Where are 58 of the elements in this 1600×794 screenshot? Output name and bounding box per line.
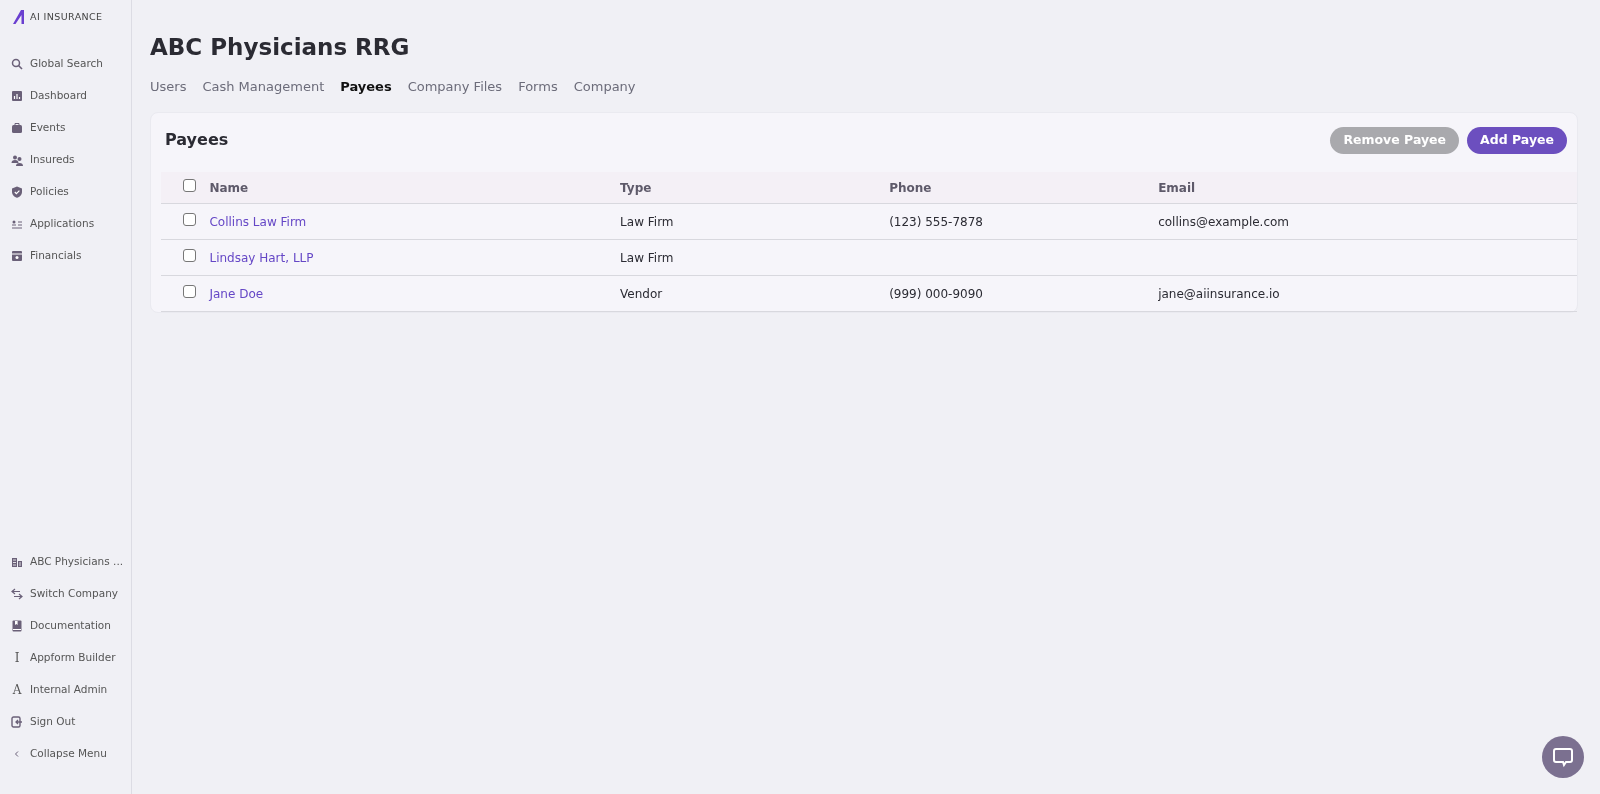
tab[interactable]: Users: [150, 76, 187, 96]
sidebar-item[interactable]: Documentation: [0, 610, 131, 642]
chat-bubble-icon: [1552, 746, 1574, 768]
sidebar-item[interactable]: Applications: [0, 208, 131, 241]
table-cell: jane@aiinsurance.io: [1152, 275, 1577, 312]
swap-arrows-icon: [11, 588, 23, 600]
checkbox[interactable]: [183, 284, 196, 298]
sidebar-item[interactable]: Global Search: [0, 48, 131, 81]
payee-button[interactable]: Add Payee: [1467, 127, 1567, 154]
card-title: Payees: [165, 129, 229, 152]
sidebar-item[interactable]: Policies: [0, 176, 131, 209]
tab[interactable]: Cash Management: [202, 76, 325, 96]
letter-icon: A: [11, 681, 23, 699]
column-header: Name: [203, 171, 615, 204]
column-header: Email: [1152, 171, 1577, 204]
table-cell: (999) 000-9090: [883, 275, 1153, 312]
checkbox[interactable]: [183, 212, 196, 226]
book-icon: [11, 620, 23, 632]
payee-name-link[interactable]: Lindsay Hart, LLP: [209, 250, 314, 265]
letter-icon: I: [11, 649, 23, 667]
shield-icon: [11, 186, 23, 199]
sidebar-item[interactable]: A Internal Admin: [0, 674, 131, 706]
chart-icon: [11, 90, 23, 103]
sidebar-item[interactable]: Events: [0, 112, 131, 145]
payee-name-link[interactable]: Collins Law Firm: [209, 214, 307, 229]
briefcase-icon: [11, 122, 23, 135]
logo-text: AI INSURANCE: [30, 10, 103, 24]
payee-name-link[interactable]: Jane Doe: [209, 286, 264, 301]
tab[interactable]: Forms: [518, 76, 558, 96]
table-cell: collins@example.com: [1152, 203, 1577, 240]
column-header: Type: [614, 171, 884, 204]
sidebar-item[interactable]: Financials: [0, 240, 131, 273]
sign-out-icon: [11, 716, 23, 728]
sidebar-item[interactable]: Sign Out: [0, 706, 131, 738]
list-icon: [11, 218, 23, 231]
table-cell: Law Firm: [614, 203, 884, 240]
building-icon: [11, 556, 23, 568]
sidebar-item[interactable]: Insureds: [0, 144, 131, 177]
page-title: ABC Physicians RRG: [150, 33, 411, 62]
table-cell: Vendor: [614, 275, 884, 312]
table-cell: (123) 555-7878: [883, 203, 1153, 240]
column-header: Phone: [883, 171, 1153, 204]
tab[interactable]: Payees: [340, 76, 392, 96]
checkbox[interactable]: [183, 248, 196, 262]
chat-button[interactable]: [1542, 736, 1584, 778]
checkbox[interactable]: [183, 178, 196, 192]
sidebar-item[interactable]: Collapse Menu: [0, 738, 131, 770]
table-cell: Law Firm: [614, 239, 884, 276]
sidebar-item[interactable]: Switch Company: [0, 578, 131, 610]
search-icon: [11, 58, 23, 71]
wallet-icon: [11, 250, 23, 263]
logo-mark-icon: [12, 10, 26, 25]
people-icon: [11, 154, 23, 167]
sidebar-item[interactable]: Dashboard: [0, 80, 131, 113]
sidebar-item[interactable]: ABC Physicians ...: [0, 546, 131, 578]
sidebar-item[interactable]: I Appform Builder: [0, 642, 131, 674]
tab[interactable]: Company: [573, 76, 636, 96]
tab[interactable]: Company Files: [407, 76, 503, 96]
